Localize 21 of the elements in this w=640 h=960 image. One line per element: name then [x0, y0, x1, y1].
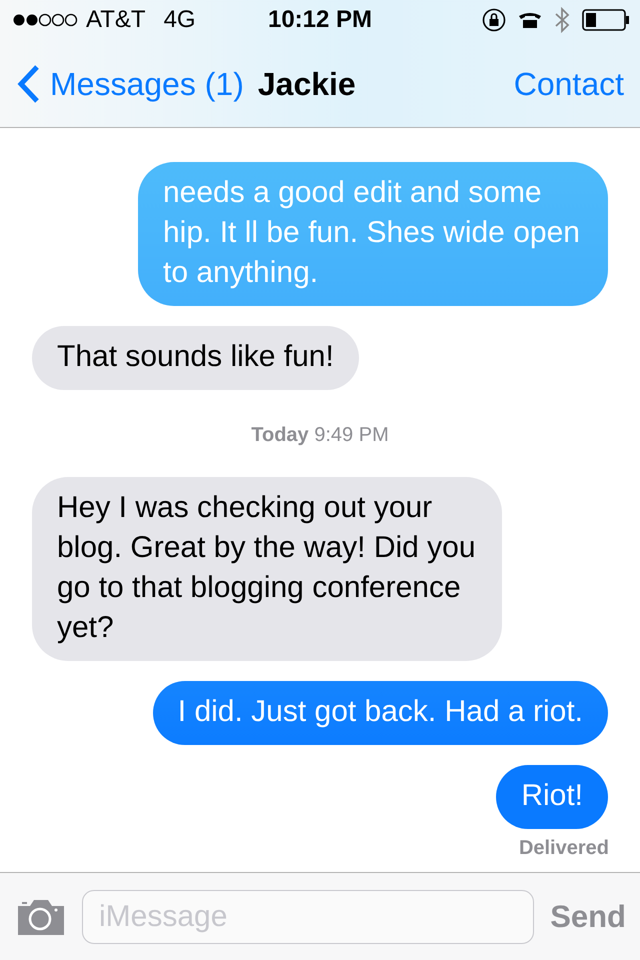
- chevron-icon: [16, 64, 40, 104]
- rotation-lock-icon: [482, 8, 506, 32]
- sent-message-bubble: I did. Just got back. Had a riot.: [152, 681, 608, 745]
- battery-icon: [582, 9, 630, 31]
- received-message-bubble: That sounds like fun!: [32, 326, 359, 390]
- carrier-name: AT&T: [86, 6, 146, 34]
- send-button[interactable]: Send: [550, 898, 626, 934]
- network-type: 4G: [164, 6, 196, 34]
- signal-icon: [12, 13, 78, 27]
- back-button[interactable]: Messages (1): [16, 64, 244, 104]
- status-time: 10:12 PM: [268, 6, 372, 33]
- message-timestamp: Today 9:49 PM: [251, 424, 389, 447]
- contact-button[interactable]: Contact: [514, 66, 624, 102]
- conversation-title: Jackie: [258, 66, 357, 102]
- camera-icon[interactable]: [16, 898, 66, 936]
- sent-message-bubble: Riot!: [496, 765, 608, 829]
- phone-icon: [518, 11, 542, 29]
- bluetooth-icon: [554, 7, 570, 33]
- received-message-bubble: Hey I was checking out your blog. Great by the way! Did you go to that blogging conference yet?: [32, 477, 502, 661]
- sent-message-bubble: needs a good edit and some hip. It ll be fun. Shes wide open to anything.: [138, 162, 608, 306]
- delivery-status: Delivered: [518, 837, 609, 860]
